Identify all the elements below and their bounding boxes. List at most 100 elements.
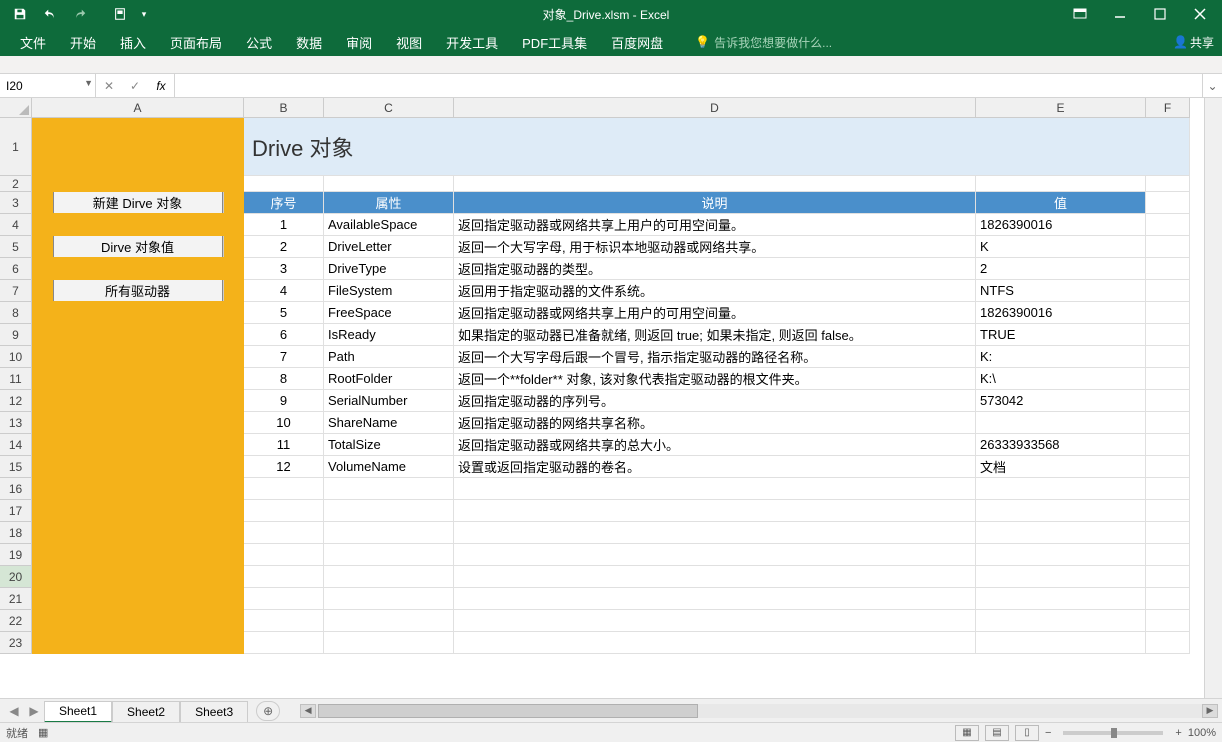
sheet-tab-3[interactable]: Sheet3 (180, 701, 248, 723)
cell-E2[interactable] (976, 176, 1146, 192)
cell-A4[interactable] (32, 214, 244, 236)
row-header-10[interactable]: 10 (0, 346, 32, 368)
tab-view[interactable]: 视图 (384, 28, 434, 56)
cell-C17[interactable] (324, 500, 454, 522)
cell-F7[interactable] (1146, 280, 1190, 302)
col-header-C[interactable]: C (324, 98, 454, 118)
macro-recorder-icon[interactable]: ▦ (38, 726, 48, 739)
row-header-22[interactable]: 22 (0, 610, 32, 632)
drive-value-button[interactable]: Dirve 对象值 (53, 236, 223, 258)
cell-E18[interactable] (976, 522, 1146, 544)
minimize-icon[interactable] (1100, 0, 1140, 28)
cell-D11[interactable]: 返回一个**folder** 对象, 该对象代表指定驱动器的根文件夹。 (454, 368, 976, 390)
cell-E10[interactable]: K: (976, 346, 1146, 368)
formula-input[interactable] (175, 74, 1202, 97)
cell-F10[interactable] (1146, 346, 1190, 368)
cell-C16[interactable] (324, 478, 454, 500)
cell-E5[interactable]: K (976, 236, 1146, 258)
cell-F3[interactable] (1146, 192, 1190, 214)
row-header-3[interactable]: 3 (0, 192, 32, 214)
cell-B18[interactable] (244, 522, 324, 544)
row-header-18[interactable]: 18 (0, 522, 32, 544)
cell-C19[interactable] (324, 544, 454, 566)
cell-B10[interactable]: 7 (244, 346, 324, 368)
cell-F11[interactable] (1146, 368, 1190, 390)
row-header-7[interactable]: 7 (0, 280, 32, 302)
cell-A18[interactable] (32, 522, 244, 544)
cell-C4[interactable]: AvailableSpace (324, 214, 454, 236)
cell-F5[interactable] (1146, 236, 1190, 258)
cell-B13[interactable]: 10 (244, 412, 324, 434)
cell-A1[interactable] (32, 118, 244, 176)
cell-F23[interactable] (1146, 632, 1190, 654)
cell-E12[interactable]: 573042 (976, 390, 1146, 412)
cell-E19[interactable] (976, 544, 1146, 566)
cell-E4[interactable]: 1826390016 (976, 214, 1146, 236)
cell-C20[interactable] (324, 566, 454, 588)
cell-B16[interactable] (244, 478, 324, 500)
ribbon-display-icon[interactable] (1060, 0, 1100, 28)
cell-D23[interactable] (454, 632, 976, 654)
cell-E7[interactable]: NTFS (976, 280, 1146, 302)
cell-F22[interactable] (1146, 610, 1190, 632)
table-header-seq[interactable]: 序号 (244, 192, 324, 214)
close-icon[interactable] (1180, 0, 1220, 28)
cell-A19[interactable] (32, 544, 244, 566)
cell-E11[interactable]: K:\ (976, 368, 1146, 390)
row-header-1[interactable]: 1 (0, 118, 32, 176)
cell-C6[interactable]: DriveType (324, 258, 454, 280)
cell-B20[interactable] (244, 566, 324, 588)
cell-D6[interactable]: 返回指定驱动器的类型。 (454, 258, 976, 280)
select-all-corner[interactable] (0, 98, 32, 118)
redo-icon[interactable] (66, 2, 94, 26)
row-header-21[interactable]: 21 (0, 588, 32, 610)
sheet-title[interactable]: Drive 对象 (244, 118, 1190, 176)
cell-A20[interactable] (32, 566, 244, 588)
row-header-9[interactable]: 9 (0, 324, 32, 346)
cell-A16[interactable] (32, 478, 244, 500)
cell-F2[interactable] (1146, 176, 1190, 192)
cell-D5[interactable]: 返回一个大写字母, 用于标识本地驱动器或网络共享。 (454, 236, 976, 258)
cell-D22[interactable] (454, 610, 976, 632)
sheet-tab-2[interactable]: Sheet2 (112, 701, 180, 723)
save-icon[interactable] (6, 2, 34, 26)
cell-B17[interactable] (244, 500, 324, 522)
cell-E13[interactable] (976, 412, 1146, 434)
share-button[interactable]: 👤 共享 (1173, 34, 1214, 51)
cell-B12[interactable]: 9 (244, 390, 324, 412)
tab-file[interactable]: 文件 (8, 28, 58, 56)
cell-A17[interactable] (32, 500, 244, 522)
hscroll-right-icon[interactable]: ▶ (1202, 704, 1218, 718)
row-header-16[interactable]: 16 (0, 478, 32, 500)
zoom-out-icon[interactable]: − (1045, 727, 1051, 739)
tab-pdf[interactable]: PDF工具集 (510, 28, 599, 56)
zoom-slider[interactable] (1063, 731, 1163, 735)
row-header-17[interactable]: 17 (0, 500, 32, 522)
cell-B22[interactable] (244, 610, 324, 632)
qat-customize-icon[interactable]: ▾ (136, 2, 152, 26)
row-header-6[interactable]: 6 (0, 258, 32, 280)
table-header-val[interactable]: 值 (976, 192, 1146, 214)
tab-insert[interactable]: 插入 (108, 28, 158, 56)
tab-home[interactable]: 开始 (58, 28, 108, 56)
tab-baidu[interactable]: 百度网盘 (599, 28, 675, 56)
cell-A6[interactable] (32, 258, 244, 280)
cell-B4[interactable]: 1 (244, 214, 324, 236)
cell-E22[interactable] (976, 610, 1146, 632)
cell-C10[interactable]: Path (324, 346, 454, 368)
name-box-dropdown-icon[interactable]: ▼ (84, 78, 93, 88)
cell-F16[interactable] (1146, 478, 1190, 500)
cell-B19[interactable] (244, 544, 324, 566)
cell-D18[interactable] (454, 522, 976, 544)
cell-C18[interactable] (324, 522, 454, 544)
cell-F14[interactable] (1146, 434, 1190, 456)
all-drives-button[interactable]: 所有驱动器 (53, 280, 223, 302)
cell-A14[interactable] (32, 434, 244, 456)
row-header-14[interactable]: 14 (0, 434, 32, 456)
cell-D10[interactable]: 返回一个大写字母后跟一个冒号, 指示指定驱动器的路径名称。 (454, 346, 976, 368)
cancel-icon[interactable]: ✕ (96, 79, 122, 93)
cell-B7[interactable]: 4 (244, 280, 324, 302)
cell-C9[interactable]: IsReady (324, 324, 454, 346)
cell-B15[interactable]: 12 (244, 456, 324, 478)
row-header-23[interactable]: 23 (0, 632, 32, 654)
